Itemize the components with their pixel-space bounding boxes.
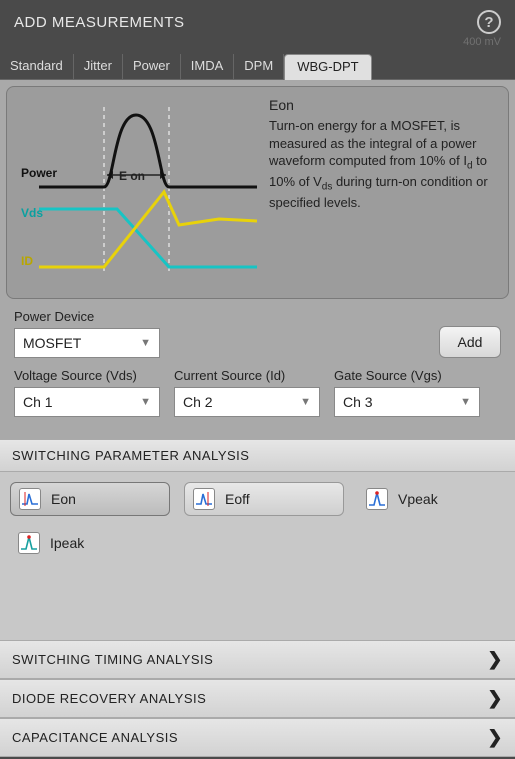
tab-wbg-dpt[interactable]: WBG-DPT	[284, 54, 371, 80]
tab-imda[interactable]: IMDA	[181, 54, 235, 79]
measurement-vpeak-label: Vpeak	[398, 491, 438, 507]
measurement-eoff-label: Eoff	[225, 491, 250, 507]
power-device-field: Power Device MOSFET ▼	[14, 309, 160, 358]
eoff-icon	[193, 488, 215, 510]
chevron-down-icon: ▼	[300, 396, 311, 408]
config-form: Power Device MOSFET ▼ Add Voltage Source…	[6, 299, 509, 439]
gate-source-value: Ch 3	[343, 394, 373, 410]
section-capacitance-title: CAPACITANCE ANALYSIS	[12, 730, 178, 745]
preview-description: Turn-on energy for a MOSFET, is measured…	[269, 117, 496, 212]
section-switching-parameter-title: SWITCHING PARAMETER ANALYSIS	[12, 448, 249, 463]
tab-power[interactable]: Power	[123, 54, 181, 79]
chevron-down-icon: ▼	[140, 396, 151, 408]
help-icon[interactable]: ?	[477, 10, 501, 34]
vpeak-icon	[366, 488, 388, 510]
voltage-source-value: Ch 1	[23, 394, 53, 410]
measurement-preview-card: E on Power Vds ID Eon Turn-on energy for…	[6, 86, 509, 299]
dialog-header: ADD MEASUREMENTS ?	[0, 0, 515, 38]
section-switching-timing-header[interactable]: SWITCHING TIMING ANALYSIS ❯	[0, 640, 515, 679]
add-button[interactable]: Add	[439, 326, 501, 358]
gate-source-select[interactable]: Ch 3 ▼	[334, 387, 480, 417]
ipeak-icon	[18, 532, 40, 554]
gate-source-label: Gate Source (Vgs)	[334, 368, 480, 383]
section-switching-parameter-header: SWITCHING PARAMETER ANALYSIS	[0, 439, 515, 472]
chevron-right-icon: ❯	[487, 688, 503, 709]
vds-trace-label: Vds	[21, 206, 43, 220]
measurement-ipeak[interactable]: Ipeak	[10, 526, 150, 560]
chevron-down-icon: ▼	[460, 396, 471, 408]
section-switching-parameter-body: Eon Eoff Vpeak Ipeak	[0, 472, 515, 640]
power-device-select[interactable]: MOSFET ▼	[14, 328, 160, 358]
power-device-label: Power Device	[14, 309, 160, 324]
power-device-value: MOSFET	[23, 335, 81, 351]
chevron-down-icon: ▼	[140, 337, 151, 349]
voltage-source-select[interactable]: Ch 1 ▼	[14, 387, 160, 417]
preview-title: Eon	[269, 97, 496, 113]
id-trace-label: ID	[21, 254, 33, 268]
section-diode-recovery-title: DIODE RECOVERY ANALYSIS	[12, 691, 206, 706]
preview-text: Eon Turn-on energy for a MOSFET, is meas…	[269, 97, 496, 282]
tab-standard[interactable]: Standard	[6, 54, 74, 79]
analysis-sections: SWITCHING PARAMETER ANALYSIS Eon Eoff Vp…	[0, 439, 515, 757]
measurement-eoff[interactable]: Eoff	[184, 482, 344, 516]
current-source-field: Current Source (Id) Ch 2 ▼	[174, 368, 320, 417]
preview-waveform-graphic: E on Power Vds ID	[19, 97, 259, 282]
measurement-ipeak-label: Ipeak	[50, 535, 84, 551]
measurement-vpeak[interactable]: Vpeak	[358, 482, 498, 516]
voltage-source-label: Voltage Source (Vds)	[14, 368, 160, 383]
gate-source-field: Gate Source (Vgs) Ch 3 ▼	[334, 368, 480, 417]
current-source-value: Ch 2	[183, 394, 213, 410]
chevron-right-icon: ❯	[487, 727, 503, 748]
measurement-eon[interactable]: Eon	[10, 482, 170, 516]
eon-icon	[19, 488, 41, 510]
add-button-label: Add	[458, 334, 483, 350]
current-source-select[interactable]: Ch 2 ▼	[174, 387, 320, 417]
tab-dpm[interactable]: DPM	[234, 54, 284, 79]
measurement-eon-label: Eon	[51, 491, 76, 507]
background-watermark: 400 mV	[0, 36, 515, 50]
section-diode-recovery-header[interactable]: DIODE RECOVERY ANALYSIS ❯	[0, 679, 515, 718]
section-switching-timing-title: SWITCHING TIMING ANALYSIS	[12, 652, 213, 667]
waveform-svg: E on Power Vds ID	[19, 97, 259, 277]
power-trace-label: Power	[21, 166, 57, 180]
tab-panel: E on Power Vds ID Eon Turn-on energy for…	[0, 80, 515, 439]
voltage-source-field: Voltage Source (Vds) Ch 1 ▼	[14, 368, 160, 417]
dialog-title: ADD MEASUREMENTS	[14, 14, 185, 31]
chevron-right-icon: ❯	[487, 649, 503, 670]
tab-bar: Standard Jitter Power IMDA DPM WBG-DPT	[0, 50, 515, 80]
tab-jitter[interactable]: Jitter	[74, 54, 123, 79]
eon-marker-label: E on	[119, 169, 145, 183]
section-capacitance-header[interactable]: CAPACITANCE ANALYSIS ❯	[0, 718, 515, 757]
current-source-label: Current Source (Id)	[174, 368, 320, 383]
